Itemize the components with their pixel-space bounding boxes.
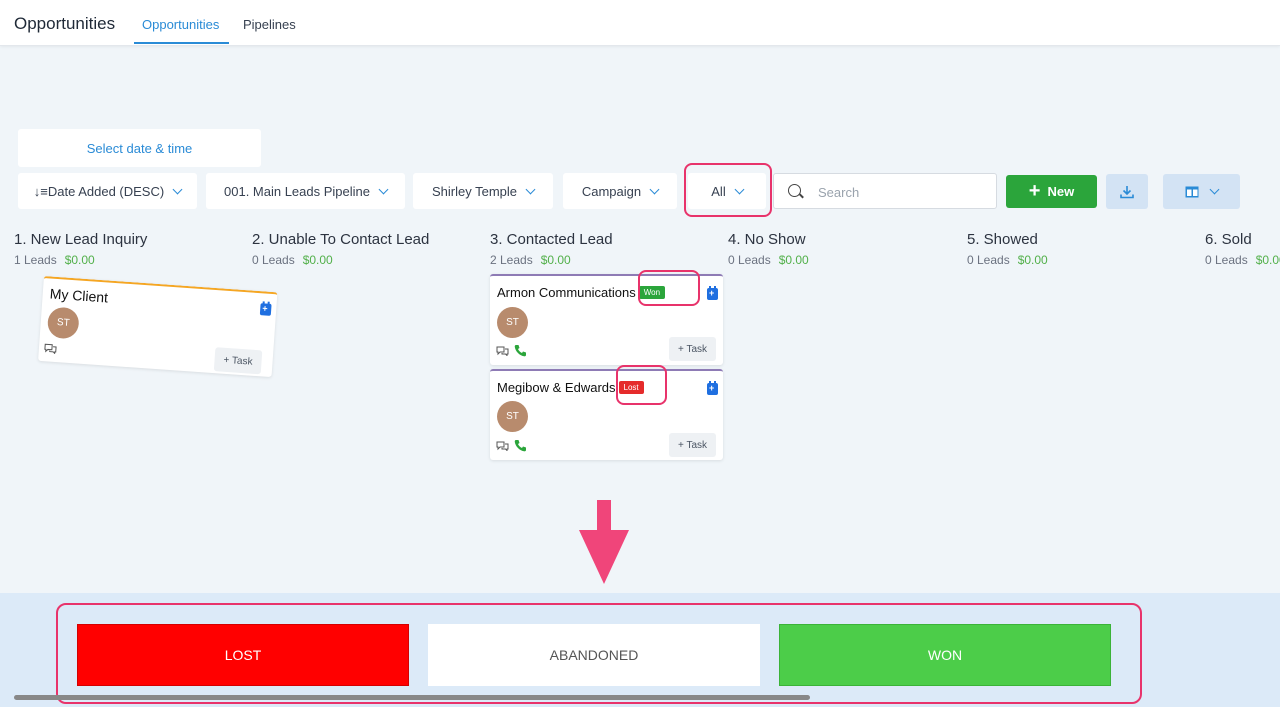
chevron-down-icon bbox=[525, 184, 536, 194]
pipeline-label: 001. Main Leads Pipeline bbox=[224, 183, 370, 199]
opportunity-card-dragging[interactable]: My Client ST + Task bbox=[38, 276, 278, 378]
lead-count: 0 Leads bbox=[728, 253, 771, 267]
lead-amount: $0.00 bbox=[1017, 253, 1048, 267]
avatar: ST bbox=[497, 307, 528, 338]
column-meta: 0 Leads $0.00 bbox=[967, 253, 1048, 267]
lost-badge-highlight bbox=[616, 365, 667, 405]
drop-zone-highlight bbox=[56, 603, 1142, 704]
chevron-down-icon bbox=[378, 184, 389, 194]
date-range-picker[interactable]: Select date & time bbox=[18, 129, 261, 167]
calendar-add-icon[interactable] bbox=[707, 381, 718, 395]
column-meta: 0 Leads $0.00 bbox=[1205, 253, 1280, 267]
new-opportunity-button[interactable]: + New bbox=[1006, 175, 1097, 208]
column-title: 6. Sold bbox=[1205, 231, 1252, 248]
active-tab-indicator bbox=[134, 42, 229, 44]
campaign-dropdown[interactable]: Campaign bbox=[563, 173, 677, 209]
card-title: Armon Communications bbox=[497, 285, 636, 300]
download-icon bbox=[1120, 185, 1134, 198]
column-title: 2. Unable To Contact Lead bbox=[252, 231, 430, 248]
column-meta: 0 Leads $0.00 bbox=[728, 253, 809, 267]
lead-amount: $0.00 bbox=[540, 253, 571, 267]
status-filter-highlight bbox=[684, 163, 772, 217]
column-title: 1. New Lead Inquiry bbox=[14, 231, 148, 248]
owner-dropdown[interactable]: Shirley Temple bbox=[413, 173, 553, 209]
tab-opportunities[interactable]: Opportunities bbox=[142, 17, 219, 32]
download-button[interactable] bbox=[1106, 174, 1148, 209]
column-meta: 0 Leads $0.00 bbox=[252, 253, 333, 267]
horizontal-scrollbar[interactable] bbox=[14, 695, 810, 700]
lead-amount: $0.00 bbox=[778, 253, 809, 267]
chat-icon[interactable] bbox=[496, 346, 509, 356]
add-task-button[interactable]: + Task bbox=[669, 433, 716, 457]
chat-icon[interactable] bbox=[496, 441, 509, 451]
chevron-down-icon bbox=[1209, 184, 1220, 195]
top-bar: Opportunities Opportunities Pipelines bbox=[0, 0, 1280, 46]
lead-amount: $0.00 bbox=[64, 253, 95, 267]
column-meta: 2 Leads $0.00 bbox=[490, 253, 571, 267]
lead-count: 0 Leads bbox=[1205, 253, 1248, 267]
lead-count: 2 Leads bbox=[490, 253, 533, 267]
chat-icon[interactable] bbox=[44, 343, 58, 355]
sort-label: ↓≡Date Added (DESC) bbox=[33, 183, 165, 199]
columns-layout-icon bbox=[1185, 186, 1199, 197]
lead-amount: $0.00 bbox=[302, 253, 333, 267]
lead-count: 0 Leads bbox=[252, 253, 295, 267]
calendar-add-icon[interactable] bbox=[707, 286, 718, 300]
column-title: 4. No Show bbox=[728, 231, 806, 248]
chevron-down-icon bbox=[172, 184, 183, 194]
lead-amount: $0.00 bbox=[1255, 253, 1280, 267]
card-name: My Client bbox=[49, 285, 109, 306]
search-input[interactable] bbox=[818, 182, 988, 202]
add-task-button[interactable]: + Task bbox=[213, 347, 263, 375]
page-title: Opportunities bbox=[14, 14, 116, 33]
plus-icon: + bbox=[1028, 179, 1041, 202]
search-box bbox=[773, 173, 997, 209]
avatar: ST bbox=[497, 401, 528, 432]
card-title: Megibow & Edwards bbox=[497, 380, 616, 395]
calendar-add-icon[interactable] bbox=[259, 303, 272, 316]
column-meta: 1 Leads $0.00 bbox=[14, 253, 95, 267]
lead-count: 1 Leads bbox=[14, 253, 57, 267]
search-icon bbox=[788, 184, 801, 197]
new-button-label: New bbox=[1047, 184, 1075, 199]
layout-toggle-button[interactable] bbox=[1163, 174, 1240, 209]
pipeline-dropdown[interactable]: 001. Main Leads Pipeline bbox=[206, 173, 405, 209]
column-title: 3. Contacted Lead bbox=[490, 231, 613, 248]
lead-count: 0 Leads bbox=[967, 253, 1010, 267]
campaign-label: Campaign bbox=[581, 183, 642, 199]
tab-pipelines[interactable]: Pipelines bbox=[243, 17, 296, 32]
sort-dropdown[interactable]: ↓≡Date Added (DESC) bbox=[18, 173, 197, 209]
chevron-down-icon bbox=[649, 184, 660, 194]
phone-icon[interactable] bbox=[514, 344, 527, 357]
avatar: ST bbox=[46, 306, 80, 340]
owner-label: Shirley Temple bbox=[431, 183, 518, 199]
arrow-down-icon bbox=[579, 500, 629, 584]
phone-icon[interactable] bbox=[514, 439, 527, 452]
column-title: 5. Showed bbox=[967, 231, 1038, 248]
won-badge-highlight bbox=[638, 270, 700, 306]
add-task-button[interactable]: + Task bbox=[669, 337, 716, 361]
opportunity-card[interactable]: Megibow & EdwardsLost ST + Task bbox=[490, 369, 723, 460]
